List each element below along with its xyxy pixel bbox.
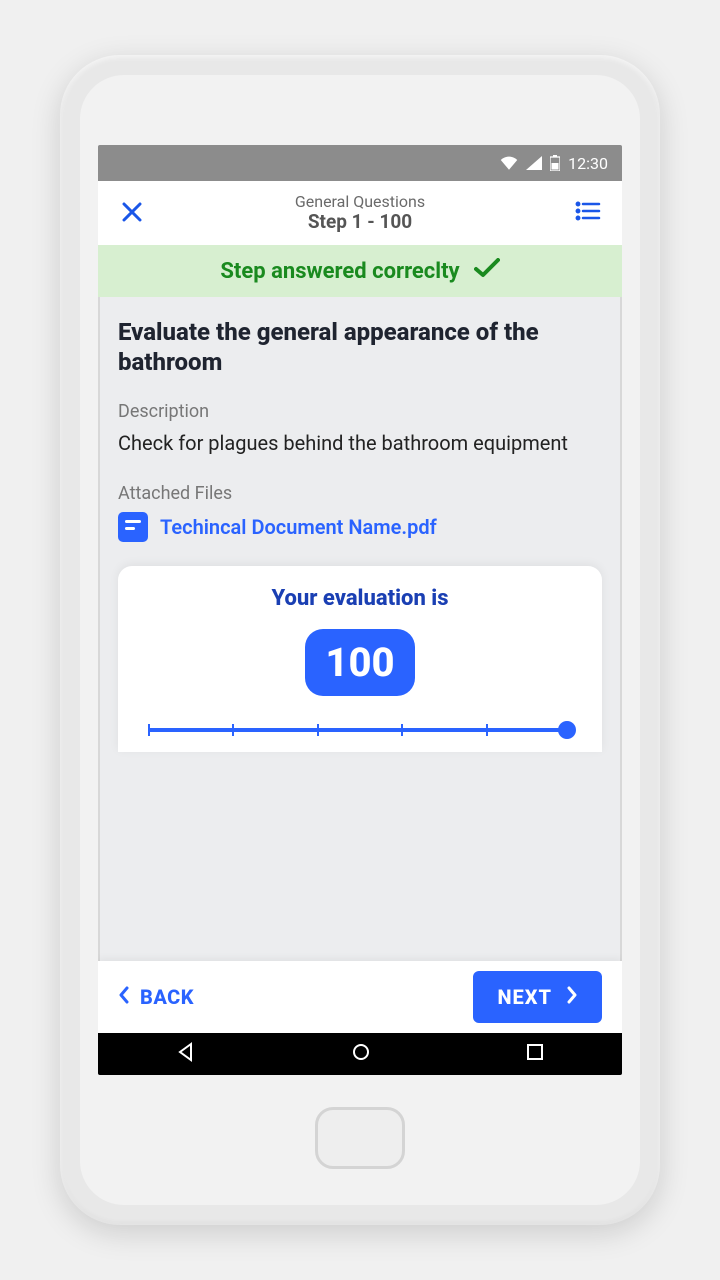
description-label: Description — [118, 401, 602, 422]
attached-file-name: Techincal Document Name.pdf — [160, 515, 437, 539]
attached-files-label: Attached Files — [118, 483, 602, 504]
list-icon[interactable] — [568, 201, 608, 225]
battery-icon — [550, 155, 560, 171]
phone-home-button[interactable] — [315, 1107, 405, 1169]
nav-recent-icon[interactable] — [526, 1043, 544, 1065]
back-label: BACK — [140, 985, 194, 1009]
evaluation-score: 100 — [305, 629, 414, 696]
wifi-icon — [500, 156, 518, 170]
app-screen: 12:30 General Questions Step 1 - 100 — [98, 145, 622, 1075]
success-text: Step answered correclty — [220, 259, 459, 284]
attached-file-row[interactable]: Techincal Document Name.pdf — [118, 512, 602, 542]
description-text: Check for plagues behind the bathroom eq… — [118, 430, 602, 457]
app-header: General Questions Step 1 - 100 — [98, 181, 622, 245]
android-navbar — [98, 1033, 622, 1075]
next-label: NEXT — [497, 985, 552, 1009]
close-icon[interactable] — [112, 196, 152, 231]
chevron-left-icon — [118, 985, 130, 1009]
success-banner: Step answered correclty — [98, 245, 622, 297]
document-icon — [118, 512, 148, 542]
status-bar: 12:30 — [98, 145, 622, 181]
header-title: Step 1 - 100 — [152, 211, 568, 234]
evaluation-card: Your evaluation is 100 — [118, 566, 602, 752]
phone-frame: 12:30 General Questions Step 1 - 100 — [60, 55, 660, 1225]
question-title: Evaluate the general appearance of the b… — [118, 317, 602, 377]
content-area: Evaluate the general appearance of the b… — [98, 297, 622, 752]
nav-back-icon[interactable] — [176, 1042, 196, 1066]
back-button[interactable]: BACK — [118, 985, 194, 1009]
signal-icon — [526, 156, 542, 170]
evaluation-slider[interactable] — [148, 718, 572, 742]
slider-ticks — [148, 724, 572, 736]
nav-home-icon[interactable] — [351, 1042, 371, 1066]
slider-thumb[interactable] — [558, 721, 576, 739]
bottom-action-bar: BACK NEXT — [98, 961, 622, 1033]
header-subtitle: General Questions — [152, 192, 568, 211]
evaluation-title: Your evaluation is — [142, 586, 578, 611]
next-button[interactable]: NEXT — [473, 971, 602, 1023]
status-time: 12:30 — [568, 154, 608, 173]
checkmark-icon — [474, 258, 500, 284]
chevron-right-icon — [566, 985, 578, 1009]
